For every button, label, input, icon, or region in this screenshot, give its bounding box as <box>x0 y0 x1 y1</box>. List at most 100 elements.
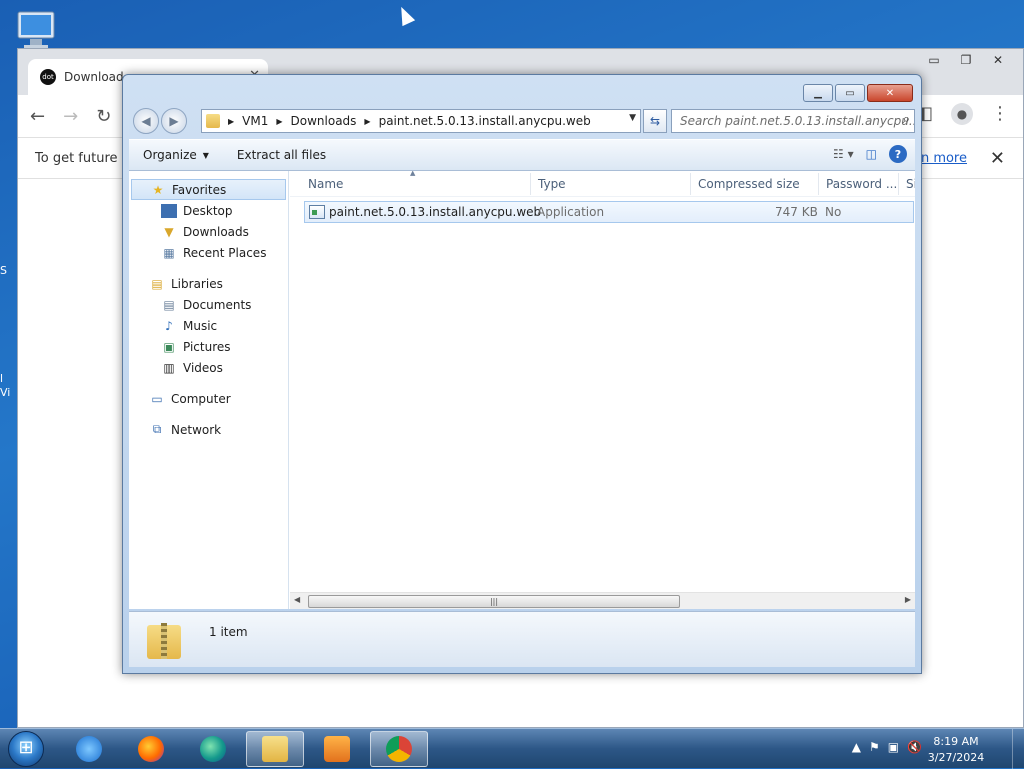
item-count: 1 item <box>209 624 248 639</box>
volume-muted-icon[interactable]: 🔇 <box>907 740 922 754</box>
show-desktop-button[interactable] <box>1012 729 1024 769</box>
desktop-icon <box>161 203 177 218</box>
music-icon: ♪ <box>165 318 173 333</box>
back-arrow-icon[interactable]: ← <box>30 106 45 127</box>
maximize-icon[interactable]: ❐ <box>951 51 981 69</box>
menu-kebab-icon[interactable]: ⋮ <box>991 103 1009 125</box>
address-bar[interactable]: ▶ VM1 ▶ Downloads ▶ paint.net.5.0.13.instal… <box>201 109 641 133</box>
column-header-type[interactable]: Type <box>538 177 566 191</box>
clock-date: 3/27/2024 <box>927 751 985 764</box>
search-input[interactable]: Search paint.net.5.0.13.install.anycpu..… <box>671 109 915 133</box>
search-icon[interactable]: ⌕ <box>903 112 910 127</box>
taskbar-media-player[interactable] <box>308 731 366 767</box>
taskbar-edge[interactable] <box>184 731 242 767</box>
media-player-icon <box>324 736 350 762</box>
forward-button-icon[interactable]: ▶ <box>161 108 187 134</box>
clock[interactable]: 8:19 AM 3/27/2024 <box>926 734 986 766</box>
extract-all-button[interactable]: Extract all files <box>223 148 340 162</box>
nav-documents[interactable]: ▤ Documents <box>129 294 288 315</box>
network-tray-icon[interactable]: ▣ <box>888 740 899 754</box>
show-hidden-icons-icon[interactable]: ▲ <box>852 740 861 754</box>
profile-avatar-icon[interactable]: ● <box>951 103 973 125</box>
action-center-flag-icon[interactable]: ⚑ <box>869 740 880 754</box>
breadcrumb-item[interactable]: ▶ VM1 <box>228 114 268 128</box>
dot-favicon-icon: dot <box>40 69 56 85</box>
organize-button[interactable]: Organize ▼ <box>129 148 223 162</box>
details-pane: 1 item <box>129 611 915 667</box>
nav-videos[interactable]: ▥ Videos <box>129 357 288 378</box>
desktop-edge-label: S <box>0 264 7 277</box>
file-row[interactable]: paint.net.5.0.13.install.anycpu.web Appl… <box>304 201 914 223</box>
navigation-pane: ★ Favorites Desktop ▼ Downloads ▦ Recent… <box>129 171 289 609</box>
nav-favorites[interactable]: ★ Favorites <box>131 179 286 200</box>
nav-network[interactable]: ⧉ Network <box>129 419 288 440</box>
minimize-icon[interactable]: ▁ <box>803 84 833 102</box>
column-header-size[interactable]: Si <box>906 177 915 191</box>
nav-pictures[interactable]: ▣ Pictures <box>129 336 288 357</box>
navigation-row: ◀ ▶ ▶ VM1 ▶ Downloads ▶ paint.net.5.0.13.in… <box>131 107 915 135</box>
taskbar: ▲ ⚑ ▣ 🔇 8:19 AM 3/27/2024 <box>0 728 1024 769</box>
nav-recent-places[interactable]: ▦ Recent Places <box>129 242 288 263</box>
firefox-icon <box>138 736 164 762</box>
back-button-icon[interactable]: ◀ <box>133 108 159 134</box>
network-icon: ⧉ <box>152 422 162 436</box>
close-icon[interactable]: ✕ <box>983 51 1013 69</box>
view-options-icon[interactable]: ☷ ▾ <box>833 147 854 161</box>
mouse-cursor-icon <box>394 3 416 27</box>
close-icon[interactable]: ✕ <box>867 84 913 102</box>
desktop-edge-label: Vi <box>0 386 11 399</box>
infobar-text: To get future G <box>35 150 132 166</box>
help-icon[interactable]: ? <box>889 145 907 163</box>
nav-computer[interactable]: ▭ Computer <box>129 388 288 409</box>
minimize-icon[interactable]: ▭ <box>919 51 949 69</box>
forward-arrow-icon[interactable]: → <box>63 106 78 127</box>
edge-icon <box>200 736 226 762</box>
column-header-password[interactable]: Password ... <box>826 177 897 191</box>
horizontal-scrollbar[interactable]: ◀ ||| ▶ <box>290 592 915 609</box>
libraries-icon: ▤ <box>151 276 163 291</box>
computer-icon: ▭ <box>151 391 163 406</box>
nav-desktop[interactable]: Desktop <box>129 200 288 221</box>
reload-icon[interactable]: ↻ <box>96 106 111 127</box>
preview-pane-icon[interactable]: ◫ <box>866 147 877 161</box>
nav-downloads[interactable]: ▼ Downloads <box>129 221 288 242</box>
infobar-close-icon[interactable]: ✕ <box>990 148 1005 169</box>
application-icon <box>309 205 325 219</box>
explorer-window: ▁ ▭ ✕ ◀ ▶ ▶ VM1 ▶ Downloads ▶ paint.net.5.0… <box>122 74 922 674</box>
scrollbar-thumb[interactable]: ||| <box>308 595 680 608</box>
chrome-window-controls: ▭ ❐ ✕ <box>919 51 1013 69</box>
column-header-compressed-size[interactable]: Compressed size <box>698 177 800 191</box>
address-dropdown-icon[interactable]: ▼ <box>629 113 636 123</box>
learn-more-link[interactable]: rn more <box>916 151 967 166</box>
nav-libraries[interactable]: ▤ Libraries <box>129 273 288 294</box>
maximize-icon[interactable]: ▭ <box>835 84 865 102</box>
clock-time: 8:19 AM <box>933 735 979 748</box>
start-button[interactable] <box>8 731 44 767</box>
breadcrumb-item[interactable]: ▶ paint.net.5.0.13.install.anycpu.web <box>364 114 590 128</box>
taskbar-internet-explorer[interactable] <box>60 731 118 767</box>
file-type: Application <box>537 205 605 219</box>
tab-title: Download <box>64 70 124 84</box>
chrome-icon <box>386 736 412 762</box>
taskbar-chrome[interactable] <box>370 731 428 767</box>
taskbar-file-explorer[interactable] <box>246 731 304 767</box>
scroll-right-icon[interactable]: ▶ <box>905 595 911 604</box>
column-header-name[interactable]: Name <box>308 177 343 191</box>
file-compressed-size: 747 KB <box>775 205 818 219</box>
scroll-left-icon[interactable]: ◀ <box>294 595 300 604</box>
downloads-folder-icon: ▼ <box>164 224 174 239</box>
file-password: No <box>825 205 842 219</box>
documents-icon: ▤ <box>163 297 175 312</box>
explorer-window-controls: ▁ ▭ ✕ <box>803 84 913 102</box>
command-bar: Organize ▼ Extract all files ☷ ▾ ◫ ? <box>129 139 915 171</box>
taskbar-firefox[interactable] <box>122 731 180 767</box>
zip-folder-icon <box>206 114 220 128</box>
search-placeholder: Search paint.net.5.0.13.install.anycpu..… <box>680 114 915 128</box>
file-explorer-icon <box>262 736 288 762</box>
refresh-icon[interactable]: ⇆ <box>643 109 667 133</box>
column-headers: ▲ Name Type Compressed size Password ...… <box>290 171 915 197</box>
breadcrumb-item[interactable]: ▶ Downloads <box>276 114 356 128</box>
zip-folder-icon <box>147 621 181 659</box>
nav-music[interactable]: ♪ Music <box>129 315 288 336</box>
videos-icon: ▥ <box>163 360 175 375</box>
